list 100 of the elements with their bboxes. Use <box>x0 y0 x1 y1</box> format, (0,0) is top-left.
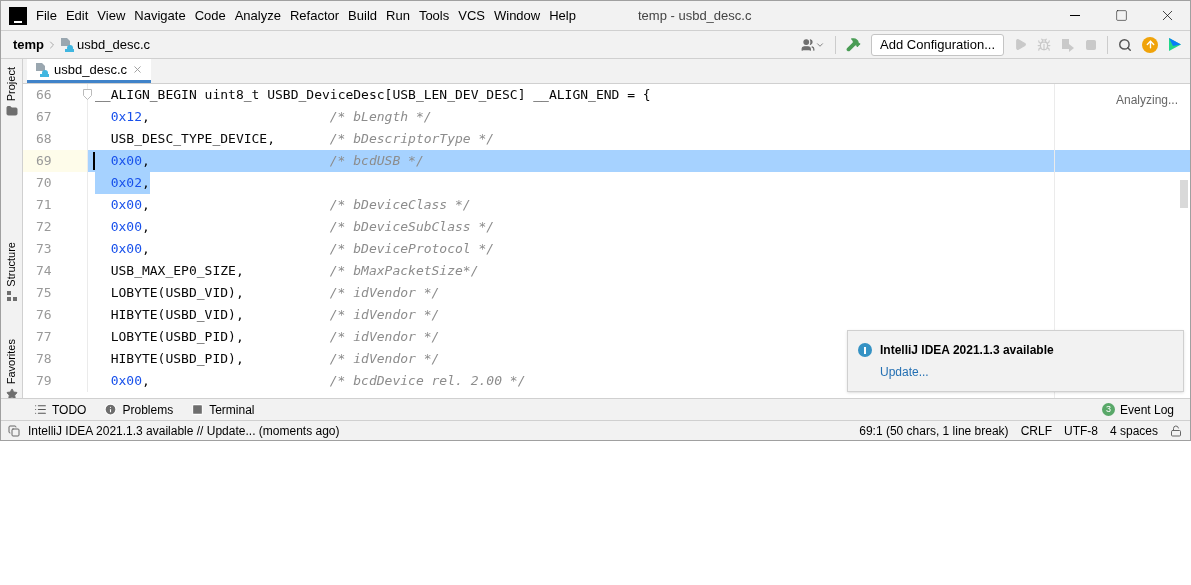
add-configuration-button[interactable]: Add Configuration... <box>871 33 1004 56</box>
code-text: LOBYTE(USBD_VID), <box>109 284 244 303</box>
code-text: 0x12, <box>109 108 150 127</box>
code-text: 0x00, <box>109 152 150 171</box>
line-number: 79 <box>36 372 52 391</box>
code-comment: /* bDescriptorType */ <box>329 130 495 149</box>
status-message[interactable]: IntelliJ IDEA 2021.1.3 available // Update... (moments ago) <box>28 421 340 440</box>
analyzing-status: Analyzing... <box>1115 92 1178 109</box>
c-file-icon <box>35 62 49 77</box>
line-number: 70 <box>36 174 52 193</box>
menu-item[interactable]: Edit <box>65 5 89 26</box>
breadcrumb-item[interactable]: usbd_desc.c <box>77 34 151 55</box>
line-number: 69 <box>36 152 52 171</box>
stop-icon[interactable] <box>1085 38 1097 51</box>
code-comment: /* idVendor */ <box>329 328 440 347</box>
app-logo <box>9 6 27 25</box>
notification-title: IntelliJ IDEA 2021.1.3 available <box>880 342 1054 359</box>
star-icon <box>5 388 18 401</box>
code-text: 0x00, <box>109 218 150 237</box>
side-tab[interactable]: Project <box>3 67 20 102</box>
window-title: temp - usbd_desc.c <box>637 6 752 25</box>
line-number: 75 <box>36 284 52 303</box>
caret-position[interactable]: 69:1 (50 chars, 1 line break) <box>859 421 1009 440</box>
line-number: 73 <box>36 240 52 259</box>
menu-item[interactable]: Build <box>348 5 377 26</box>
line-number: 68 <box>36 130 52 149</box>
scrollbar-thumb[interactable] <box>1180 180 1188 208</box>
code-comment: /* idVendor */ <box>329 284 440 303</box>
code-text: 0x02, <box>95 172 150 194</box>
menu-item[interactable]: Window <box>493 5 541 26</box>
menu-item[interactable]: Code <box>194 5 226 26</box>
line-number: 72 <box>36 218 52 237</box>
menu-item[interactable]: Help <box>549 5 576 26</box>
tool-window-button[interactable]: Terminal <box>191 400 255 419</box>
code-text: USB_MAX_EP0_SIZE, <box>109 262 244 281</box>
code-text: 0x00, <box>109 240 150 259</box>
menu-item[interactable]: Run <box>386 5 410 26</box>
menu-item[interactable]: VCS <box>458 5 485 26</box>
c-file-icon <box>60 37 75 52</box>
code-comment: /* bcdDevice rel. 2.00 */ <box>329 372 526 391</box>
file-encoding[interactable]: UTF-8 <box>1063 421 1098 440</box>
code-comment: /* bMaxPacketSize*/ <box>329 262 479 281</box>
code-comment: /* idVendor */ <box>329 350 440 369</box>
tool-window-button[interactable]: TODO <box>34 400 87 419</box>
plugin-logo-icon[interactable] <box>1168 37 1182 52</box>
menu-item[interactable]: View <box>97 5 126 26</box>
line-separator[interactable]: CRLF <box>1020 421 1052 440</box>
text-caret <box>93 152 95 170</box>
info-icon <box>858 343 872 357</box>
event-log-button[interactable]: 3 Event Log <box>1101 400 1174 419</box>
side-tab[interactable]: Favorites <box>3 338 20 385</box>
search-icon[interactable] <box>1118 37 1132 52</box>
terminal-icon <box>191 403 205 416</box>
code-comment: /* idVendor */ <box>329 306 440 325</box>
minimize-icon <box>1070 15 1080 16</box>
menu-item[interactable]: Analyze <box>234 5 281 26</box>
menu-item[interactable]: Navigate <box>134 5 186 26</box>
user-icon[interactable] <box>801 37 826 52</box>
code-text: USB_DESC_TYPE_DEVICE, <box>109 130 276 149</box>
side-tab[interactable]: Structure <box>3 242 20 287</box>
line-number: 71 <box>36 196 52 215</box>
folder-icon <box>5 105 18 118</box>
line-number: 77 <box>36 328 52 347</box>
run-icon[interactable] <box>1014 38 1027 51</box>
build-icon[interactable] <box>846 37 862 52</box>
structure-icon <box>6 290 17 301</box>
lock-icon[interactable] <box>1170 424 1182 437</box>
update-icon[interactable] <box>1142 36 1158 53</box>
code-text: HIBYTE(USBD_PID), <box>109 350 244 369</box>
code-text: LOBYTE(USBD_PID), <box>109 328 244 347</box>
problems-icon <box>104 403 118 416</box>
line-number: 66 <box>36 86 52 105</box>
code-text: HIBYTE(USBD_VID), <box>109 306 244 325</box>
indent-setting[interactable]: 4 spaces <box>1109 421 1158 440</box>
tool-window-button[interactable]: Problems <box>104 400 174 419</box>
breadcrumb-item[interactable]: temp <box>13 34 45 55</box>
line-number: 67 <box>36 108 52 127</box>
code-comment: /* bDeviceSubClass */ <box>329 218 495 237</box>
maximize-icon <box>1114 9 1128 22</box>
status-toggle-icon[interactable] <box>8 424 20 437</box>
line-number: 78 <box>36 350 52 369</box>
menu-item[interactable]: Tools <box>418 5 450 26</box>
debug-icon[interactable] <box>1037 37 1051 52</box>
menu-item[interactable]: File <box>36 5 57 26</box>
coverage-icon[interactable] <box>1061 37 1075 52</box>
code-comment: /* bLength */ <box>329 108 432 127</box>
event-count-badge: 3 <box>1101 403 1115 416</box>
list-icon <box>34 403 47 416</box>
code-text: 0x00, <box>109 196 150 215</box>
line-number: 76 <box>36 306 52 325</box>
code-text: 0x00, <box>109 372 150 391</box>
update-link[interactable]: Update... <box>880 363 1173 381</box>
editor-tab[interactable]: usbd_desc.c <box>27 59 151 83</box>
code-comment: /* bcdUSB */ <box>329 152 424 171</box>
line-number: 74 <box>36 262 52 281</box>
code-comment: /* bDeviceProtocol */ <box>329 240 495 259</box>
close-tab-icon[interactable] <box>132 64 143 75</box>
code-comment: /* bDeviceClass */ <box>329 196 471 215</box>
menu-item[interactable]: Refactor <box>289 5 340 26</box>
code-text: __ALIGN_BEGIN uint8_t USBD_DeviceDesc[USB_LEN_DEV_DESC] __ALIGN_END = { <box>95 86 651 105</box>
